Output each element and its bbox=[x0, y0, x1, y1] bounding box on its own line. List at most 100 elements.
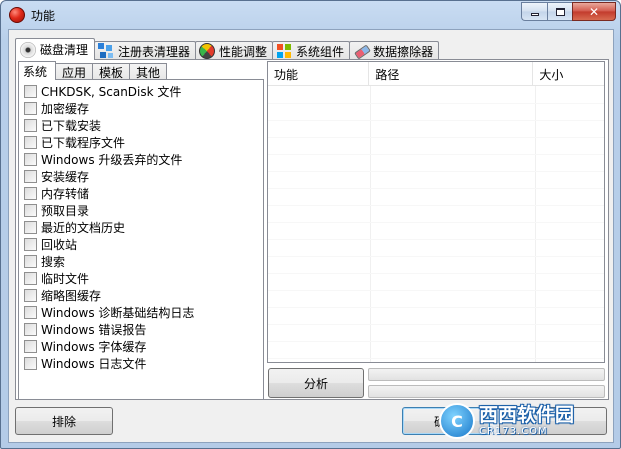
column-header-size[interactable]: 大小 bbox=[533, 62, 604, 86]
tab-label: 性能调整 bbox=[219, 44, 268, 59]
main-tab-strip: 磁盘清理 注册表清理器 性能调整 系统组件 数据擦除器 bbox=[15, 38, 440, 60]
grid-line bbox=[268, 188, 604, 189]
checklist-item-label: 最近的文档历史 bbox=[41, 221, 126, 235]
checkbox[interactable] bbox=[24, 153, 37, 166]
checkbox[interactable] bbox=[24, 221, 37, 234]
checklist-item[interactable]: 回收站 bbox=[19, 236, 263, 253]
grid-line bbox=[268, 358, 604, 359]
grid-line bbox=[268, 137, 604, 138]
checklist-item[interactable]: 安装缓存 bbox=[19, 168, 263, 185]
column-header-feature[interactable]: 功能 bbox=[268, 62, 370, 86]
grid-line bbox=[268, 324, 604, 325]
checkbox[interactable] bbox=[24, 289, 37, 302]
checklist-item-label: 搜索 bbox=[41, 255, 66, 269]
windows-icon bbox=[276, 43, 293, 59]
progress-bar-2 bbox=[368, 385, 605, 398]
grid-line bbox=[370, 86, 371, 362]
grid-line bbox=[268, 222, 604, 223]
checklist-item[interactable]: 最近的文档历史 bbox=[19, 219, 263, 236]
tab-registry-cleaner[interactable]: 注册表清理器 bbox=[94, 41, 197, 60]
checklist-item[interactable]: 缩略图缓存 bbox=[19, 287, 263, 304]
checklist-item[interactable]: 内存转储 bbox=[19, 185, 263, 202]
checkbox[interactable] bbox=[24, 85, 37, 98]
column-header-path[interactable]: 路径 bbox=[369, 62, 534, 86]
watermark-main-text: 西西软件园 bbox=[479, 403, 575, 426]
title-bar[interactable]: 功能 ✕ bbox=[1, 1, 620, 29]
checklist-item[interactable]: Windows 字体缓存 bbox=[19, 338, 263, 355]
checklist-item[interactable]: 已下载安装 bbox=[19, 117, 263, 134]
checkbox[interactable] bbox=[24, 272, 37, 285]
results-listview[interactable]: 功能 路径 大小 bbox=[267, 61, 605, 363]
checklist-item[interactable]: 临时文件 bbox=[19, 270, 263, 287]
checklist-item[interactable]: Windows 升级丢弃的文件 bbox=[19, 151, 263, 168]
watermark-sub-text: CR173.COM bbox=[479, 425, 548, 437]
checklist-item-label: 回收站 bbox=[41, 238, 78, 252]
grid-line bbox=[268, 239, 604, 240]
grid-line bbox=[268, 307, 604, 308]
subtab-templates[interactable]: 模板 bbox=[92, 63, 131, 80]
window-title: 功能 bbox=[31, 9, 56, 23]
grid-line bbox=[268, 120, 604, 121]
checkbox[interactable] bbox=[24, 238, 37, 251]
subtab-system[interactable]: 系统 bbox=[18, 61, 57, 80]
checklist-item-label: Windows 错误报告 bbox=[41, 323, 147, 337]
checkbox[interactable] bbox=[24, 323, 37, 336]
maximize-button[interactable] bbox=[547, 2, 572, 21]
checklist-item[interactable]: 加密缓存 bbox=[19, 100, 263, 117]
eraser-icon bbox=[353, 43, 369, 59]
grid-line bbox=[268, 256, 604, 257]
watermark-logo: C 西西软件园 CR173.COM bbox=[439, 401, 619, 441]
checklist-item[interactable]: CHKDSK, ScanDisk 文件 bbox=[19, 83, 263, 100]
grid-line bbox=[268, 205, 604, 206]
checklist-item[interactable]: Windows 日志文件 bbox=[19, 355, 263, 372]
tab-label: 数据擦除器 bbox=[373, 44, 434, 59]
minimize-icon bbox=[530, 13, 539, 16]
tab-performance-tweaks[interactable]: 性能调整 bbox=[195, 41, 274, 60]
tab-disk-cleanup[interactable]: 磁盘清理 bbox=[15, 38, 96, 60]
cleanup-checklist: CHKDSK, ScanDisk 文件 加密缓存 已下载安装 已下载程序文件 Windo… bbox=[18, 79, 264, 400]
checklist-item[interactable]: 搜索 bbox=[19, 253, 263, 270]
grid-line bbox=[268, 171, 604, 172]
watermark-text: 西西软件园 CR173.COM bbox=[479, 403, 575, 437]
tab-label: 系统组件 bbox=[296, 44, 345, 59]
checklist-item-label: 已下载安装 bbox=[41, 119, 102, 133]
checklist-item[interactable]: Windows 错误报告 bbox=[19, 321, 263, 338]
analyze-button[interactable]: 分析 bbox=[268, 368, 364, 398]
close-button[interactable]: ✕ bbox=[572, 2, 616, 21]
checkbox[interactable] bbox=[24, 255, 37, 268]
checkbox[interactable] bbox=[24, 187, 37, 200]
checklist-item-label: Windows 日志文件 bbox=[41, 357, 147, 371]
registry-icon bbox=[98, 43, 115, 59]
checkbox[interactable] bbox=[24, 340, 37, 353]
dialog-client-area: 磁盘清理 注册表清理器 性能调整 系统组件 数据擦除器 系统 应用 模板 其他 … bbox=[8, 29, 614, 443]
checklist-item-label: CHKDSK, ScanDisk 文件 bbox=[41, 85, 182, 99]
checkbox[interactable] bbox=[24, 136, 37, 149]
checkbox[interactable] bbox=[24, 102, 37, 115]
checkbox[interactable] bbox=[24, 119, 37, 132]
checkbox[interactable] bbox=[24, 170, 37, 183]
app-icon bbox=[9, 7, 25, 23]
listview-header: 功能 路径 大小 bbox=[268, 62, 604, 86]
grid-line bbox=[268, 273, 604, 274]
watermark-badge: C bbox=[439, 403, 475, 439]
grid-line bbox=[268, 341, 604, 342]
progress-bar-1 bbox=[368, 368, 605, 381]
subtab-other[interactable]: 其他 bbox=[129, 63, 168, 80]
checklist-item-label: Windows 字体缓存 bbox=[41, 340, 147, 354]
main-window: 功能 ✕ 磁盘清理 注册表清理器 性能调整 系统组件 数据擦除器 系统 应用 模… bbox=[0, 0, 621, 449]
checkbox[interactable] bbox=[24, 357, 37, 370]
checklist-item[interactable]: Windows 诊断基础结构日志 bbox=[19, 304, 263, 321]
tab-system-components[interactable]: 系统组件 bbox=[272, 41, 351, 60]
checkbox[interactable] bbox=[24, 306, 37, 319]
exclude-button[interactable]: 排除 bbox=[15, 407, 113, 435]
checkbox[interactable] bbox=[24, 204, 37, 217]
checklist-item[interactable]: 预取目录 bbox=[19, 202, 263, 219]
subtab-applications[interactable]: 应用 bbox=[55, 63, 94, 80]
checklist-item[interactable]: 已下载程序文件 bbox=[19, 134, 263, 151]
grid-line bbox=[268, 154, 604, 155]
grid-line bbox=[268, 290, 604, 291]
tab-data-wiper[interactable]: 数据擦除器 bbox=[349, 41, 440, 60]
checklist-item-label: 内存转储 bbox=[41, 187, 90, 201]
minimize-button[interactable] bbox=[521, 2, 547, 21]
grid-line bbox=[268, 103, 604, 104]
